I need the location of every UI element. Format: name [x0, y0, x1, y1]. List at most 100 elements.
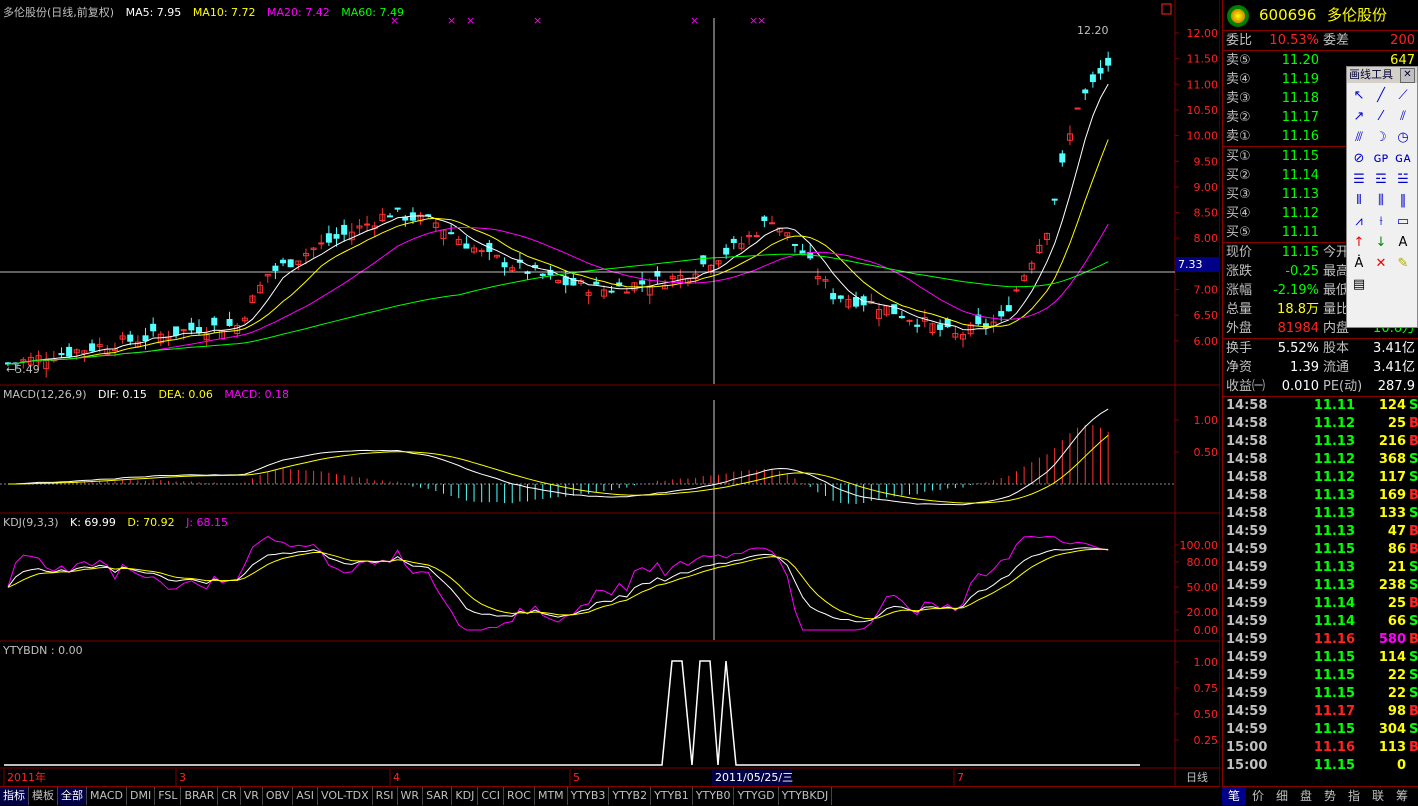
line-icon[interactable]: ╱: [1370, 85, 1392, 106]
tick-time: 14:58: [1226, 434, 1268, 449]
arrow-line-icon[interactable]: ↗: [1348, 106, 1370, 127]
quote-tab[interactable]: 笔: [1222, 787, 1246, 805]
tab-rsi[interactable]: RSI: [373, 787, 398, 805]
tick-volume: 22: [1387, 668, 1406, 683]
tab-全部[interactable]: 全部: [58, 787, 87, 805]
tab-模板[interactable]: 模板: [29, 787, 58, 805]
tick-time: 14:58: [1226, 470, 1268, 485]
candle-body: [769, 222, 775, 225]
fan-icon[interactable]: ⩘: [1348, 211, 1370, 232]
text-annotate-icon[interactable]: Ȧ: [1348, 253, 1370, 274]
ga-icon[interactable]: ɢᴀ: [1392, 148, 1414, 169]
tab-kdj[interactable]: KDJ: [452, 787, 479, 805]
ray-icon[interactable]: ⟋: [1392, 85, 1414, 106]
tab-vol-tdx[interactable]: VOL-TDX: [318, 787, 373, 805]
candle-body: [998, 311, 1005, 317]
tab-cr[interactable]: CR: [218, 787, 241, 805]
up-arrow-icon[interactable]: ↑: [1348, 232, 1370, 253]
quote-tab[interactable]: 筹: [1390, 787, 1414, 805]
tab-ytybkdj[interactable]: YTYBKDJ: [779, 787, 833, 805]
rectangle-icon[interactable]: ▭: [1392, 211, 1414, 232]
tick-row: 14:59 11.15 114 S: [1223, 649, 1418, 667]
tab-macd[interactable]: MACD: [87, 787, 127, 805]
cycle-icon[interactable]: ⦀: [1348, 190, 1370, 211]
quote-tab[interactable]: 势: [1318, 787, 1342, 805]
tab-ytyb1[interactable]: YTYB1: [651, 787, 693, 805]
chart-area[interactable]: 12.00 11.50 11.00 10.50 10.00 9.50 9.00 8.50 8.0…: [0, 0, 1220, 805]
macd-axis-label: 0.50: [1194, 446, 1219, 459]
tab-obv[interactable]: OBV: [263, 787, 294, 805]
book-label: 卖③: [1226, 91, 1251, 106]
crosshair-price: 7.33: [1178, 258, 1203, 271]
parallel-icon[interactable]: ⫽: [1392, 106, 1414, 127]
candle-body: [501, 262, 508, 268]
tab-vr[interactable]: VR: [241, 787, 263, 805]
tick-volume: 238: [1378, 578, 1406, 593]
tick-list[interactable]: 14:58 11.11 124 S 14:58 11.12 25 B 14:58 11.13 216…: [1223, 397, 1418, 775]
ellipse-icon[interactable]: ⊘: [1348, 148, 1370, 169]
tick-row: 14:58 11.12 25 B: [1223, 415, 1418, 433]
list-icon[interactable]: ▤: [1348, 274, 1370, 295]
book-label: 买②: [1226, 168, 1251, 183]
text-icon[interactable]: A: [1392, 232, 1414, 253]
tab-ytyb3[interactable]: YTYB3: [568, 787, 610, 805]
close-icon[interactable]: ✕: [1400, 68, 1415, 83]
mark-icon[interactable]: ✎: [1392, 253, 1414, 274]
tick-row: 14:59 11.13 47 B: [1223, 523, 1418, 541]
d-line: [7, 548, 1109, 620]
tick-volume: 66: [1387, 614, 1406, 629]
tab-brar[interactable]: BRAR: [181, 787, 219, 805]
tick-volume: 86: [1387, 542, 1406, 557]
circle-icon[interactable]: ◷: [1392, 127, 1414, 148]
fib-icon[interactable]: ☰: [1348, 169, 1370, 190]
tab-cci[interactable]: CCI: [478, 787, 504, 805]
price-axis-label: 11.00: [1187, 78, 1219, 91]
quote-tab[interactable]: 盘: [1294, 787, 1318, 805]
percent-lines-icon[interactable]: ☲: [1370, 169, 1392, 190]
tab-ytyb0[interactable]: YTYB0: [693, 787, 735, 805]
tick-row: 14:59 11.15 304 S: [1223, 721, 1418, 739]
tools-titlebar[interactable]: 画线工具 ✕: [1347, 67, 1417, 83]
indicator-tabs: 指标 模板 全部 MACD DMI FSL BRAR CR VR OBV ASI VOL-TDX RSI…: [0, 786, 1220, 806]
tab-roc[interactable]: ROC: [504, 787, 535, 805]
price-axis-label: 12.00: [1187, 27, 1219, 40]
candle-body: [853, 297, 860, 307]
price-axis-label: 8.00: [1194, 232, 1219, 245]
pointer-icon[interactable]: ↖: [1348, 85, 1370, 106]
tab-asi[interactable]: ASI: [293, 787, 319, 805]
candle-body: [1005, 305, 1012, 312]
delete-icon[interactable]: ✕: [1370, 253, 1392, 274]
tick-side: S: [1409, 470, 1418, 485]
time-lines-icon[interactable]: ‖: [1392, 190, 1414, 211]
quote-tab[interactable]: 联: [1366, 787, 1390, 805]
tab-指标[interactable]: 指标: [0, 787, 29, 805]
tick-side: B: [1409, 704, 1418, 719]
down-arrow-icon[interactable]: ↓: [1370, 232, 1392, 253]
gp-icon[interactable]: ɢᴘ: [1370, 148, 1392, 169]
tick-side: S: [1409, 722, 1418, 737]
candle-body: [562, 276, 569, 286]
tab-sar[interactable]: SAR: [423, 787, 453, 805]
tab-wr[interactable]: WR: [398, 787, 424, 805]
quote-tab[interactable]: 指: [1342, 787, 1366, 805]
arc-icon[interactable]: ☽: [1370, 127, 1392, 148]
quote-tabs: 笔价细盘势指联筹: [1222, 786, 1418, 806]
tab-dmi[interactable]: DMI: [127, 787, 156, 805]
quote-tab[interactable]: 细: [1270, 787, 1294, 805]
channel-icon[interactable]: ⫻: [1348, 127, 1370, 148]
candle-body: [325, 233, 332, 243]
tab-ytyb2[interactable]: YTYB2: [609, 787, 652, 805]
segment-icon[interactable]: ⁄: [1370, 106, 1392, 127]
tab-fsl[interactable]: FSL: [155, 787, 182, 805]
weicha-value: 200: [1390, 33, 1415, 48]
gann-lines-icon[interactable]: ☱: [1392, 169, 1414, 190]
tab-ytygd[interactable]: YTYGD: [734, 787, 779, 805]
ytybdn-header: YTYBDN : 0.00: [3, 644, 91, 657]
drawing-tools-palette[interactable]: 画线工具 ✕ ↖ ╱ ⟋ ↗ ⁄ ⫽ ⫻ ☽ ◷ ⊘ ɢᴘ ɢᴀ ☰ ☲ ☱ ⦀…: [1346, 66, 1418, 328]
tab-mtm[interactable]: MTM: [535, 787, 568, 805]
weibi-label: 委比: [1226, 33, 1253, 48]
speed-lines-icon[interactable]: ⟊: [1370, 211, 1392, 232]
fib-time-icon[interactable]: ⫼: [1370, 190, 1392, 211]
kdj-axis-label: 20.00: [1187, 606, 1219, 619]
quote-tab[interactable]: 价: [1246, 787, 1270, 805]
